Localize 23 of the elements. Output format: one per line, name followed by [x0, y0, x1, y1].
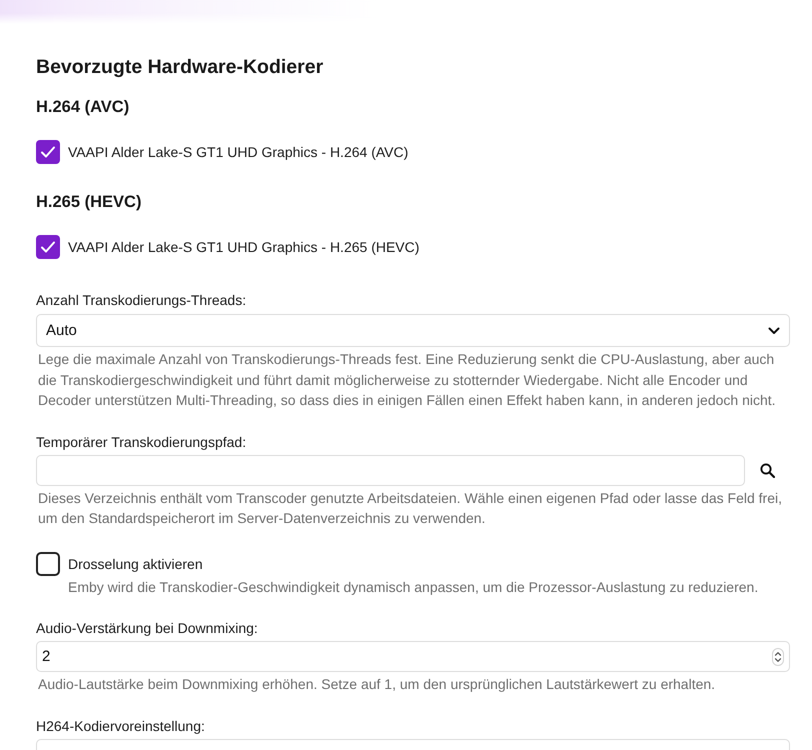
- help-text: Dieses Verzeichnis enthält vom Transcoder genutzte Arbeitsdateien. Wähle einen eigenen Pfad oder lasse das Feld frei, um den Standardspeicherort im Server-Datenverzeichnis zu verwenden.: [38, 488, 783, 528]
- checkbox-label: VAAPI Alder Lake-S GT1 UHD Graphics - H.264 (AVC): [68, 144, 408, 160]
- dropdown[interactable]: Auto: [36, 314, 790, 347]
- checkbox[interactable]: [36, 234, 60, 258]
- checkbox-label: VAAPI Alder Lake-S GT1 UHD Graphics - H.265 (HEVC): [68, 238, 420, 254]
- group-title: H.264 (AVC): [36, 97, 130, 117]
- field-label: H264-Kodiervoreinstellung:: [36, 718, 206, 734]
- checkbox[interactable]: [36, 140, 60, 164]
- field-label: Anzahl Transkodierungs-Threads:: [36, 292, 248, 308]
- checkbox-label: Drosselung aktivieren: [68, 556, 203, 572]
- chevron-down-icon: [768, 326, 780, 334]
- help-text: Lege die maximale Anzahl von Transkodierungs-Threads fest. Eine Reduzierung senkt die CPU-Auslastung, aber auch die Transkodiergeschwindigkeit und führt damit möglicherweise zu stotternder Wiedergabe. Nicht alle Encoder und Decoder unterstützen Multi-Threading, so dass dies in einigen Fällen einen Effekt haben kann, in anderen jedoch nicht.: [38, 350, 777, 410]
- number-field[interactable]: 2: [36, 641, 790, 672]
- field-label: Temporärer Transkodierungspfad:: [36, 434, 248, 450]
- search-icon[interactable]: [760, 462, 775, 478]
- spinner-icon[interactable]: [772, 648, 784, 666]
- field-label: Audio-Verstärkung bei Downmixing:: [36, 620, 259, 636]
- group-title: H.265 (HEVC): [36, 192, 142, 212]
- help-text: Audio-Lautstärke beim Downmixing erhöhen. Setze auf 1, um den ursprünglichen Lautstärkewert zu erhalten.: [38, 675, 716, 694]
- checkbox[interactable]: [36, 552, 60, 576]
- path-input-field[interactable]: [36, 454, 745, 486]
- help-text: Emby wird die Transkodier-Geschwindigkeit dynamisch anpassen, um die Prozessor-Auslastung zu reduzieren.: [68, 578, 760, 597]
- section-title: Bevorzugte Hardware-Kodierer: [36, 56, 324, 78]
